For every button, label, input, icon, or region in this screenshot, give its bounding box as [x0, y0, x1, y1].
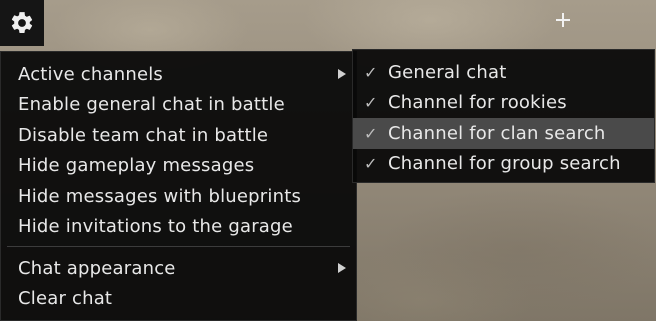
menu-item-disable-team-chat[interactable]: Disable team chat in battle — [1, 120, 356, 151]
channel-item-clan-search[interactable]: ✓ Channel for clan search — [353, 118, 654, 149]
channel-item-general[interactable]: ✓ General chat — [353, 57, 654, 88]
check-icon: ✓ — [364, 154, 378, 174]
check-icon: ✓ — [364, 62, 378, 82]
gear-icon — [11, 12, 33, 33]
menu-item-label: Clear chat — [18, 288, 113, 310]
active-channels-submenu: ✓ General chat ✓ Channel for rookies ✓ C… — [352, 49, 655, 183]
menu-item-enable-general-chat[interactable]: Enable general chat in battle — [1, 90, 356, 121]
chevron-right-icon — [338, 263, 346, 274]
menu-item-label: Disable team chat in battle — [18, 124, 269, 146]
menu-item-label: Hide messages with blueprints — [18, 185, 302, 207]
menu-item-label: Hide gameplay messages — [18, 155, 255, 177]
menu-item-active-channels[interactable]: Active channels — [1, 59, 356, 90]
crosshair-icon — [556, 13, 570, 27]
channel-label: General chat — [388, 61, 507, 83]
menu-item-label: Enable general chat in battle — [18, 94, 285, 116]
channel-item-rookies[interactable]: ✓ Channel for rookies — [353, 88, 654, 119]
channel-item-group-search[interactable]: ✓ Channel for group search — [353, 149, 654, 180]
check-icon: ✓ — [364, 93, 378, 113]
menu-item-clear-chat[interactable]: Clear chat — [1, 284, 356, 315]
menu-item-label: Active channels — [18, 63, 164, 85]
chat-settings-button[interactable] — [0, 0, 44, 46]
chat-context-menu: Active channels Enable general chat in b… — [0, 51, 357, 321]
menu-item-hide-blueprint-messages[interactable]: Hide messages with blueprints — [1, 181, 356, 212]
channel-label: Channel for group search — [388, 153, 621, 175]
channel-label: Channel for clan search — [388, 122, 606, 144]
menu-item-chat-appearance[interactable]: Chat appearance — [1, 253, 356, 284]
menu-item-hide-gameplay-messages[interactable]: Hide gameplay messages — [1, 151, 356, 182]
check-icon: ✓ — [364, 123, 378, 143]
menu-item-label: Hide invitations to the garage — [18, 216, 293, 238]
chevron-right-icon — [338, 69, 346, 80]
menu-divider — [7, 246, 350, 247]
menu-item-hide-garage-invitations[interactable]: Hide invitations to the garage — [1, 212, 356, 243]
menu-item-label: Chat appearance — [18, 257, 176, 279]
channel-label: Channel for rookies — [388, 92, 567, 114]
